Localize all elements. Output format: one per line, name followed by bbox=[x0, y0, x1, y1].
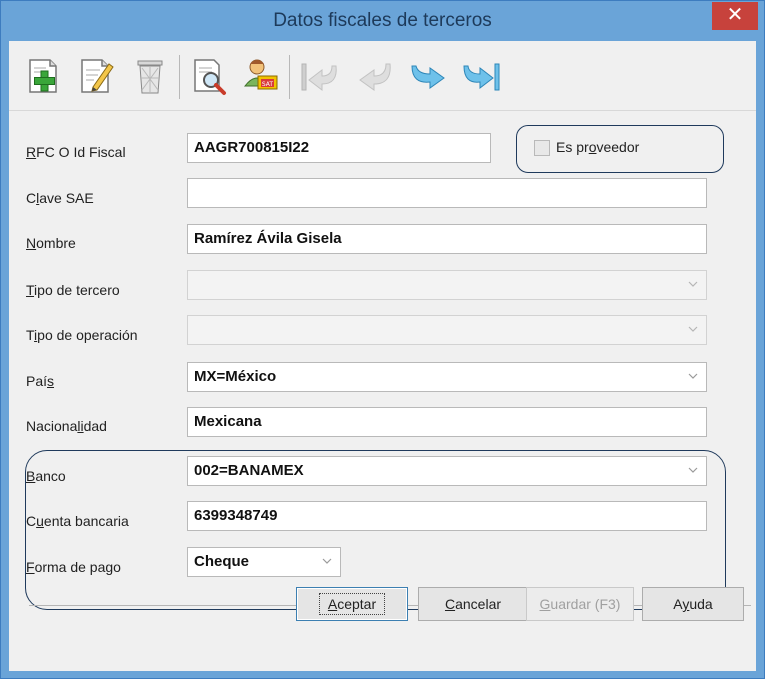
dialog-body: SAT RFC O Id Fiscal AAGR700815I22 Es pro… bbox=[9, 41, 756, 671]
chevron-down-icon bbox=[688, 467, 698, 473]
nacionalidad-label: Nacionalidad bbox=[26, 418, 107, 434]
pais-value: MX=México bbox=[194, 368, 277, 385]
banco-value: 002=BANAMEX bbox=[194, 462, 304, 479]
cuenta-input[interactable]: 6399348749 bbox=[187, 501, 707, 531]
toolbar: SAT bbox=[9, 41, 756, 111]
ayuda-button[interactable]: Ayuda bbox=[642, 587, 744, 621]
previous-record-button[interactable] bbox=[351, 53, 397, 99]
chevron-down-icon bbox=[688, 373, 698, 379]
cancelar-label: Cancelar bbox=[444, 596, 502, 612]
close-button[interactable]: ✕ bbox=[712, 2, 758, 30]
tipo-tercero-label: Tipo de tercero bbox=[26, 282, 120, 298]
title-bar[interactable]: Datos fiscales de terceros ✕ bbox=[1, 1, 764, 41]
tipo-tercero-select[interactable] bbox=[187, 270, 707, 300]
aceptar-label: Aceptar bbox=[318, 593, 386, 615]
tipo-operacion-label: Tipo de operación bbox=[26, 327, 138, 343]
delete-record-button[interactable] bbox=[127, 53, 173, 99]
nacionalidad-input[interactable]: Mexicana bbox=[187, 407, 707, 437]
clave-sae-input[interactable] bbox=[187, 178, 707, 208]
chevron-down-icon bbox=[322, 558, 332, 564]
es-proveedor-label: Es proveedor bbox=[556, 139, 640, 155]
dialog-window: Datos fiscales de terceros ✕ SAT RFC O I… bbox=[0, 0, 765, 679]
next-record-icon bbox=[411, 65, 445, 89]
forma-pago-label: Forma de pago bbox=[26, 559, 121, 575]
nombre-label: Nombre bbox=[26, 235, 76, 251]
add-record-button[interactable] bbox=[21, 53, 67, 99]
edit-record-icon bbox=[81, 59, 114, 93]
clave-sae-label: Clave SAE bbox=[26, 190, 94, 206]
cancelar-button[interactable]: Cancelar bbox=[418, 587, 528, 621]
search-document-button[interactable] bbox=[187, 53, 233, 99]
chevron-down-icon bbox=[688, 326, 698, 332]
es-proveedor-checkbox[interactable] bbox=[534, 140, 550, 156]
chevron-down-icon bbox=[688, 281, 698, 287]
banco-select[interactable]: 002=BANAMEX bbox=[187, 456, 707, 486]
user-sat-icon: SAT bbox=[243, 59, 278, 90]
previous-record-icon bbox=[359, 63, 391, 91]
first-record-button[interactable] bbox=[297, 53, 343, 99]
guardar-button[interactable]: Guardar (F3) bbox=[526, 587, 634, 621]
banco-label: Banco bbox=[26, 468, 66, 484]
window-title: Datos fiscales de terceros bbox=[273, 10, 492, 31]
forma-pago-value: Cheque bbox=[194, 553, 250, 570]
svg-text:SAT: SAT bbox=[262, 81, 274, 88]
user-sat-button[interactable]: SAT bbox=[237, 53, 283, 99]
pais-select[interactable]: MX=México bbox=[187, 362, 707, 392]
toolbar-separator bbox=[289, 55, 290, 99]
last-record-button[interactable] bbox=[459, 53, 505, 99]
delete-record-icon bbox=[137, 60, 163, 94]
edit-record-button[interactable] bbox=[73, 53, 119, 99]
ayuda-label: Ayuda bbox=[673, 596, 713, 612]
rfc-input[interactable]: AAGR700815I22 bbox=[187, 133, 491, 163]
nombre-input[interactable]: Ramírez Ávila Gisela bbox=[187, 224, 707, 254]
first-record-icon bbox=[301, 63, 337, 92]
forma-pago-select[interactable]: Cheque bbox=[187, 547, 341, 577]
next-record-button[interactable] bbox=[405, 53, 451, 99]
cuenta-label: Cuenta bancaria bbox=[26, 513, 129, 529]
last-record-icon bbox=[463, 63, 500, 91]
add-record-icon bbox=[29, 59, 57, 93]
guardar-label: Guardar (F3) bbox=[539, 596, 621, 612]
toolbar-separator bbox=[179, 55, 180, 99]
rfc-label: RFC O Id Fiscal bbox=[26, 144, 126, 160]
search-document-icon bbox=[194, 59, 226, 95]
pais-label: País bbox=[26, 373, 55, 389]
aceptar-button[interactable]: Aceptar bbox=[296, 587, 408, 621]
tipo-operacion-select[interactable] bbox=[187, 315, 707, 345]
